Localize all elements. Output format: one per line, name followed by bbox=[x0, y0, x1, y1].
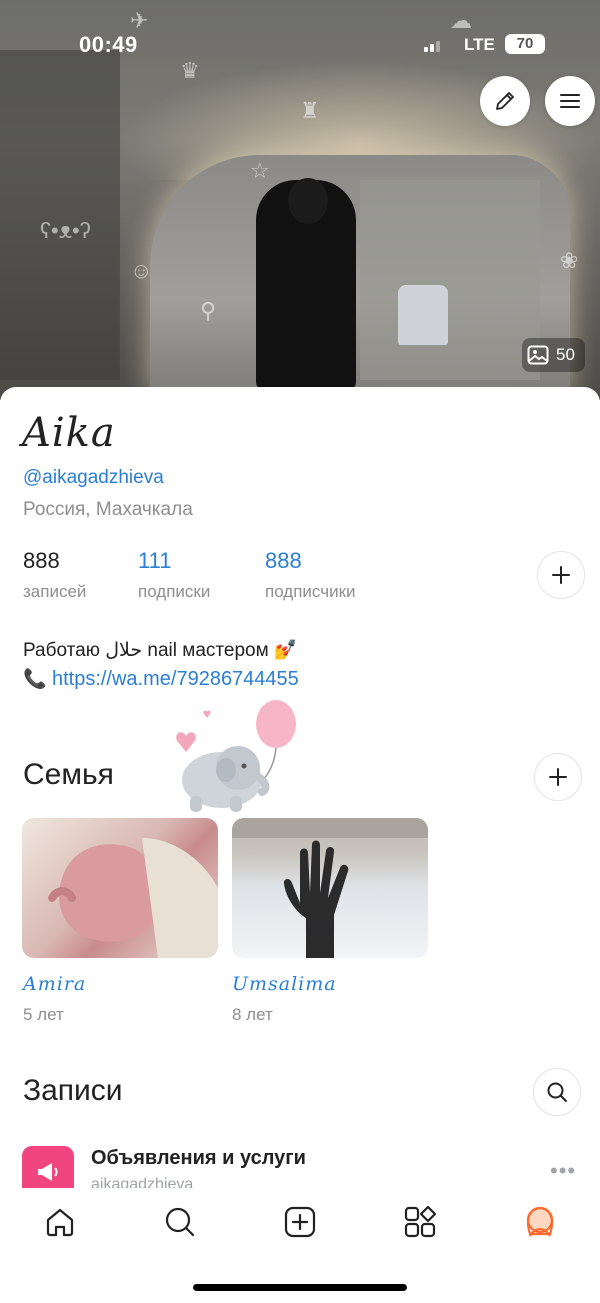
pencil-icon bbox=[496, 92, 514, 110]
cover-chair bbox=[398, 285, 448, 345]
cover-person-head bbox=[288, 178, 328, 224]
stat-following[interactable]: 111 подписки bbox=[138, 548, 210, 602]
plus-icon bbox=[549, 768, 567, 786]
stat-label: записей bbox=[23, 582, 87, 601]
family-member-name[interactable]: Amira bbox=[23, 973, 86, 995]
add-square-icon bbox=[284, 1206, 316, 1238]
bio-text: Работаю حلال nail мастером 💅 bbox=[23, 640, 298, 661]
stat-posts[interactable]: 888 записей bbox=[23, 548, 86, 602]
cover-door bbox=[360, 180, 540, 380]
family-member-age: 5 лет bbox=[23, 1005, 64, 1024]
phone-icon: 📞 bbox=[23, 669, 47, 690]
bio-link[interactable]: https://wa.me/79286744455 bbox=[52, 668, 299, 690]
megaphone-icon bbox=[38, 1163, 58, 1181]
cover-photo[interactable]: ♛ ✈ ♜ ☆ ☺ ⚲ ʕ•ᴥ•ʔ ☁ ❀ bbox=[0, 0, 600, 400]
battery-icon: 70 bbox=[505, 34, 545, 54]
family-member-name[interactable]: Umsalima bbox=[232, 973, 337, 995]
services-icon bbox=[404, 1205, 437, 1238]
tab-home[interactable] bbox=[40, 1202, 80, 1242]
status-bar: 00:49 LTE 70 bbox=[0, 30, 600, 60]
profile-handle[interactable]: @aikagadzhieva bbox=[23, 467, 164, 489]
stat-label: подписчики bbox=[265, 582, 356, 601]
post-subtitle: aikagadzhieva bbox=[91, 1176, 194, 1188]
search-icon bbox=[165, 1207, 195, 1237]
stat-value: 888 bbox=[23, 548, 60, 573]
profile-bio: Работаю حلال nail мастером 💅 📞 https://w… bbox=[23, 636, 299, 694]
search-posts-button[interactable] bbox=[533, 1068, 581, 1116]
post-title[interactable]: Объявления и услуги bbox=[91, 1147, 306, 1170]
profile-location: Россия, Махачкала bbox=[23, 499, 193, 520]
plane-doodle: ✈ bbox=[130, 8, 149, 33]
rabbit-doodle: ❀ bbox=[560, 248, 579, 273]
profile-name: Aika bbox=[22, 410, 116, 456]
posts-section-title: Записи bbox=[23, 1074, 123, 1107]
more-icon[interactable]: ••• bbox=[550, 1158, 576, 1184]
star-doodle: ☆ bbox=[250, 158, 270, 183]
tab-profile[interactable] bbox=[520, 1202, 560, 1242]
stat-label: подписки bbox=[138, 582, 211, 601]
family-member-age: 8 лет bbox=[232, 1005, 273, 1024]
search-icon bbox=[547, 1082, 567, 1102]
photos-count-button[interactable]: 50 bbox=[522, 338, 585, 372]
cloud-doodle: ☁ bbox=[450, 8, 472, 33]
edit-button[interactable] bbox=[480, 76, 530, 126]
hand-snow-photo bbox=[232, 818, 428, 958]
home-icon bbox=[46, 1208, 74, 1237]
crown-doodle: ♛ bbox=[180, 58, 200, 83]
home-indicator bbox=[193, 1284, 407, 1291]
image-icon bbox=[527, 345, 549, 365]
profile-icon bbox=[526, 1206, 554, 1237]
bear-doodle: ʕ•ᴥ•ʔ bbox=[40, 218, 91, 243]
stat-value: 111 bbox=[138, 548, 172, 573]
menu-icon bbox=[560, 94, 580, 108]
castle-doodle: ♜ bbox=[300, 98, 320, 123]
follow-button[interactable] bbox=[537, 551, 585, 599]
cat-doodle: ☺ bbox=[130, 258, 153, 283]
baby-hand-photo bbox=[48, 838, 218, 958]
plus-icon bbox=[552, 566, 570, 584]
photos-count: 50 bbox=[556, 345, 575, 364]
tab-bar bbox=[0, 1188, 600, 1303]
add-family-button[interactable] bbox=[534, 753, 582, 801]
stat-followers[interactable]: 888 подписчики bbox=[265, 548, 356, 602]
elephant-sticker bbox=[176, 700, 296, 812]
family-section-title: Семья bbox=[23, 758, 114, 791]
network-type: LTE bbox=[464, 35, 495, 54]
signal-icon bbox=[424, 38, 444, 52]
stat-value: 888 bbox=[265, 548, 302, 573]
tab-services[interactable] bbox=[400, 1202, 440, 1242]
family-member-photo[interactable] bbox=[232, 818, 428, 958]
status-time: 00:49 bbox=[79, 32, 138, 57]
menu-button[interactable] bbox=[545, 76, 595, 126]
tab-search[interactable] bbox=[160, 1202, 200, 1242]
tab-create[interactable] bbox=[280, 1202, 320, 1242]
cover-wall bbox=[0, 50, 120, 380]
family-member-photo[interactable] bbox=[22, 818, 218, 958]
bike-doodle: ⚲ bbox=[200, 298, 217, 323]
